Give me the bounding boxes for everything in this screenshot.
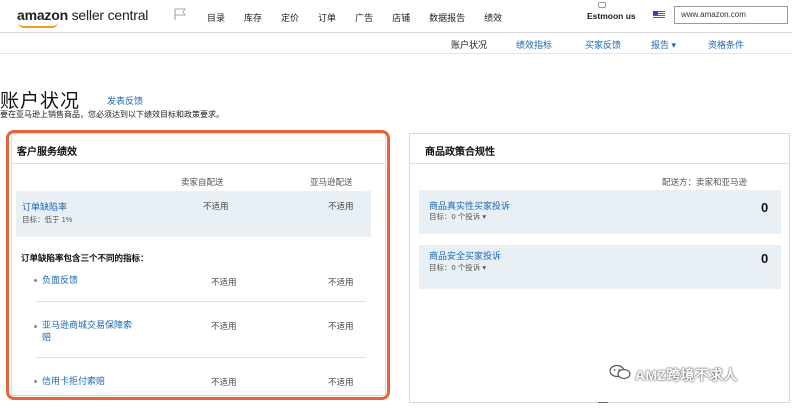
safety-target-dropdown[interactable]: 目标：0 个投诉 ▾ — [429, 262, 486, 273]
nav-item-pricing[interactable]: 定价 — [281, 11, 299, 24]
bullet-icon — [34, 380, 37, 383]
subnav-reports[interactable]: 报告 ▾ — [651, 38, 676, 51]
customer-service-heading: 客户服务绩效 — [17, 147, 77, 158]
store-name[interactable]: Estmoon us — [587, 11, 636, 21]
col-header-amazon: 亚马逊配送 — [310, 177, 353, 187]
divider — [36, 301, 366, 302]
bullet-icon — [34, 279, 37, 282]
nav-item-advertising[interactable]: 广告 — [355, 11, 373, 24]
authenticity-target-dropdown[interactable]: 目标：0 个投诉 ▾ — [429, 211, 486, 222]
logo-smile-icon — [18, 22, 58, 28]
flag-icon[interactable] — [173, 8, 187, 20]
watermark-text: AMZ跨境不求人 — [635, 367, 738, 383]
chargeback-amazon: 不适用 — [328, 377, 354, 387]
page-subtitle: 要在亚马逊上销售商品，您必须达到以下绩效目标和政策要求。 — [0, 110, 224, 119]
nav-item-orders[interactable]: 订单 — [318, 11, 336, 24]
nav-item-inventory[interactable]: 库存 — [244, 11, 262, 24]
odr-target: 目标：低于 1% — [22, 215, 73, 224]
nav-item-reports[interactable]: 数据报告 — [429, 11, 465, 24]
chargeback-merchant: 不适用 — [211, 377, 237, 387]
amazon-seller-central-logo[interactable]: amazon seller central — [17, 7, 148, 23]
divider — [11, 163, 386, 164]
safety-complaints-link[interactable]: 商品安全买家投诉 — [429, 249, 501, 262]
chargeback-claims-link[interactable]: 信用卡拒付索赔 — [42, 375, 105, 387]
a-to-z-claims-link[interactable]: 亚马逊商城交易保障索赔 — [42, 319, 132, 343]
store-switcher-handle-icon[interactable] — [598, 2, 606, 8]
a-to-z-amazon: 不适用 — [328, 321, 354, 331]
main-nav: 目录 库存 定价 订单 广告 店铺 数据报告 绩效 — [207, 11, 521, 24]
subnav-performance-metrics[interactable]: 绩效指标 — [516, 38, 552, 51]
odr-note: 订单缺陷率包含三个不同的指标： — [21, 253, 149, 263]
bullet-icon — [34, 325, 37, 328]
odr-merchant-value: 不适用 — [203, 201, 229, 211]
col-header-merchant: 卖家自配送 — [181, 177, 224, 187]
authenticity-count: 0 — [761, 200, 769, 215]
wechat-icon — [609, 364, 631, 380]
sub-navigation: 账户状况 绩效指标 买家反馈 报告 ▾ 资格条件 — [0, 34, 792, 54]
feedback-link[interactable]: 发表反馈 — [107, 94, 143, 107]
nav-item-performance[interactable]: 绩效 — [484, 11, 502, 24]
divider — [36, 357, 366, 358]
nav-item-catalog[interactable]: 目录 — [207, 11, 225, 24]
safety-count: 0 — [761, 251, 769, 266]
highlight-outline — [6, 130, 390, 400]
odr-amazon-value: 不适用 — [328, 201, 354, 211]
nav-item-stores[interactable]: 店铺 — [392, 11, 410, 24]
subnav-buyer-feedback[interactable]: 买家反馈 — [585, 38, 621, 51]
scroll-indicator — [598, 402, 608, 403]
product-policy-heading: 商品政策合规性 — [425, 147, 495, 158]
a-to-z-merchant: 不适用 — [211, 321, 237, 331]
fulfillment-label: 配送方：卖家和亚马逊 — [662, 177, 748, 187]
subnav-account-health[interactable]: 账户状况 — [451, 38, 487, 51]
negative-feedback-merchant: 不适用 — [211, 277, 237, 287]
divider — [409, 163, 790, 164]
negative-feedback-amazon: 不适用 — [328, 277, 354, 287]
negative-feedback-link[interactable]: 负面反馈 — [42, 274, 78, 286]
marketplace-select[interactable]: www.amazon.com — [674, 6, 788, 24]
subnav-eligibility[interactable]: 资格条件 — [708, 38, 744, 51]
us-flag-icon[interactable] — [653, 11, 665, 19]
odr-link[interactable]: 订单缺陷率 — [22, 200, 67, 213]
